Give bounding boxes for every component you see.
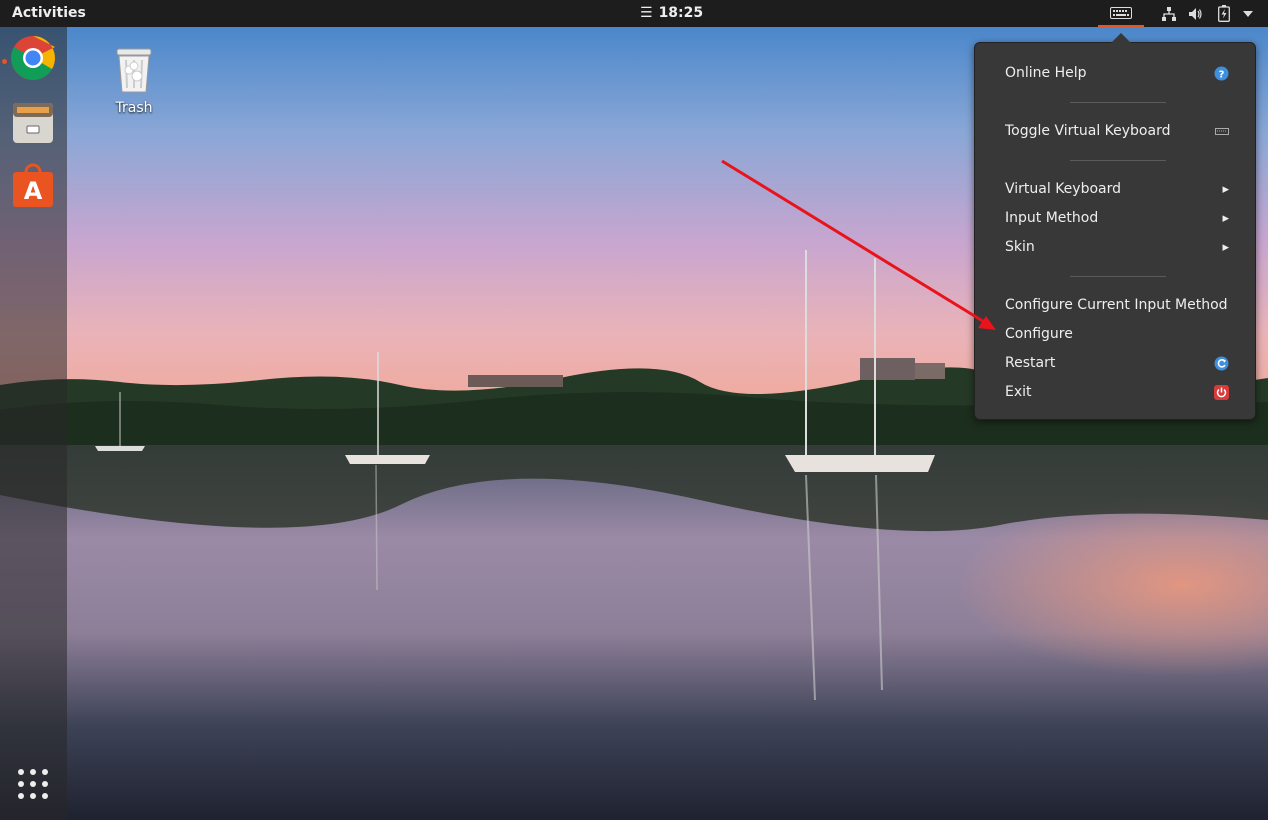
- show-applications-button[interactable]: [16, 767, 50, 801]
- restart-icon: [1214, 356, 1229, 371]
- menu-item-label: Configure: [1005, 326, 1073, 342]
- notification-list-icon: ☰: [640, 5, 653, 21]
- volume-icon: [1189, 7, 1202, 20]
- dock-item-software[interactable]: A: [10, 163, 56, 209]
- menu-item-label: Configure Current Input Method: [1005, 297, 1228, 313]
- submenu-arrow-icon: ▸: [1222, 182, 1229, 197]
- menu-item-label: Skin: [1005, 239, 1035, 255]
- chevron-down-icon: [1243, 10, 1253, 17]
- menu-item-virtual-keyboard[interactable]: Virtual Keyboard ▸: [975, 175, 1255, 204]
- menu-item-label: Toggle Virtual Keyboard: [1005, 123, 1171, 139]
- volume-button[interactable]: [1186, 4, 1204, 23]
- menu-separator: [1070, 160, 1166, 161]
- menu-item-restart[interactable]: Restart: [975, 349, 1255, 378]
- menu-pointer: [1111, 33, 1131, 43]
- chrome-icon: [11, 36, 55, 80]
- svg-text:?: ?: [1219, 70, 1225, 81]
- files-icon: [13, 103, 53, 143]
- submenu-arrow-icon: ▸: [1222, 211, 1229, 226]
- software-icon: A: [13, 163, 53, 207]
- menu-item-configure-current-input-method[interactable]: Configure Current Input Method: [975, 291, 1255, 320]
- battery-button[interactable]: [1216, 4, 1232, 23]
- menu-item-toggle-virtual-keyboard[interactable]: Toggle Virtual Keyboard: [975, 117, 1255, 146]
- network-icon: [1162, 6, 1176, 21]
- clock-time: 18:25: [658, 5, 704, 21]
- dock-item-files[interactable]: [10, 99, 56, 145]
- submenu-arrow-icon: ▸: [1222, 240, 1229, 255]
- network-button[interactable]: [1160, 4, 1178, 23]
- menu-item-label: Online Help: [1005, 65, 1087, 81]
- trash-icon: [116, 48, 152, 93]
- clock-button[interactable]: ☰ 18:25: [640, 0, 703, 27]
- system-menu-button[interactable]: [1240, 4, 1256, 23]
- dock-item-chrome[interactable]: [10, 35, 56, 81]
- menu-separator: [1070, 276, 1166, 277]
- top-bar: Activities ☰ 18:25: [0, 0, 1268, 27]
- dock: A: [0, 27, 67, 820]
- desktop-trash[interactable]: Trash: [104, 46, 164, 116]
- help-icon: ?: [1214, 66, 1229, 81]
- keyboard-indicator-button[interactable]: [1098, 0, 1144, 27]
- keyboard-icon: [1110, 6, 1132, 19]
- menu-item-exit[interactable]: Exit: [975, 378, 1255, 407]
- menu-separator: [1070, 102, 1166, 103]
- menu-item-label: Restart: [1005, 355, 1056, 371]
- menu-item-configure[interactable]: Configure: [975, 320, 1255, 349]
- keyboard-icon: [1215, 128, 1229, 135]
- menu-item-online-help[interactable]: Online Help ?: [975, 59, 1255, 88]
- menu-item-label: Input Method: [1005, 210, 1099, 226]
- menu-item-input-method[interactable]: Input Method ▸: [975, 204, 1255, 233]
- power-icon: [1214, 385, 1229, 400]
- menu-item-label: Exit: [1005, 384, 1032, 400]
- svg-text:A: A: [24, 177, 43, 205]
- menu-item-skin[interactable]: Skin ▸: [975, 233, 1255, 262]
- menu-item-label: Virtual Keyboard: [1005, 181, 1122, 197]
- app-grid-icon: [18, 769, 48, 799]
- trash-label: Trash: [115, 100, 153, 116]
- running-indicator: [2, 59, 7, 64]
- input-method-menu: Online Help ? Toggle Virtual Keyboard Vi…: [974, 42, 1256, 420]
- battery-icon: [1218, 5, 1230, 22]
- activities-button[interactable]: Activities: [12, 0, 86, 27]
